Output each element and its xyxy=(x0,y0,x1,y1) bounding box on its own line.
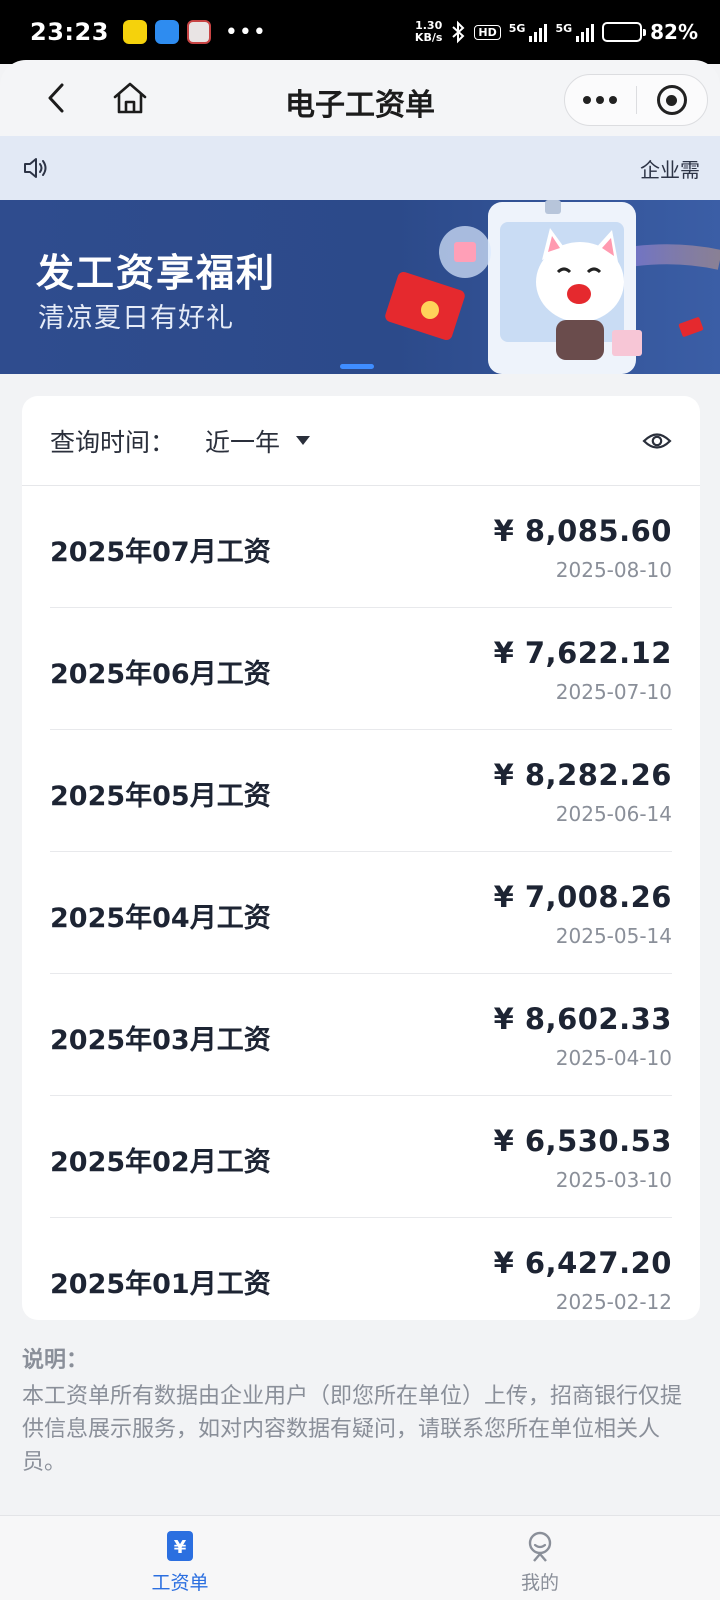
disclaimer-title: 说明： xyxy=(22,1348,89,1373)
target-icon xyxy=(656,85,687,115)
network-speed: 1.30 KB/s xyxy=(415,20,442,44)
query-filter: 查询时间： 近一年 xyxy=(22,396,700,486)
signal-strength-icon: 5G xyxy=(509,22,548,42)
salary-amount: ¥ 8,602.33 xyxy=(493,1002,672,1036)
banner-title: 发工资享福利 xyxy=(36,251,277,295)
notice-bar[interactable]: 企业需 xyxy=(0,136,720,200)
hd-badge: HD xyxy=(474,24,501,40)
carousel-indicator xyxy=(340,364,374,369)
salary-month: 2025年05月工资 xyxy=(50,781,271,812)
salary-month: 2025年04月工资 xyxy=(50,903,271,934)
salary-month: 2025年01月工资 xyxy=(50,1269,271,1300)
salary-row[interactable]: 2025年01月工资 ¥ 6,427.20 2025-02-12 xyxy=(50,1218,672,1320)
caret-down-icon[interactable] xyxy=(296,436,311,445)
home-button[interactable] xyxy=(108,76,152,120)
status-indicators: 1.30 KB/s HD 5G 5G 82% xyxy=(415,20,698,45)
home-icon xyxy=(113,82,147,114)
salary-date: 2025-03-10 xyxy=(555,1168,672,1192)
more-notifications-icon: ••• xyxy=(224,19,267,45)
signal-strength-icon: 5G xyxy=(555,22,595,42)
mini-program-capsule xyxy=(564,74,708,126)
payslip-icon: ¥ xyxy=(167,1531,193,1561)
salary-date: 2025-07-10 xyxy=(555,680,672,704)
salary-list: 2025年07月工资 ¥ 8,085.60 2025-08-10 2025年06… xyxy=(22,486,700,1320)
signal-label: 5G xyxy=(508,22,526,35)
salary-month: 2025年06月工资 xyxy=(50,659,271,690)
toggle-visibility-button[interactable] xyxy=(642,426,672,456)
salary-amount: ¥ 6,427.20 xyxy=(493,1246,672,1280)
banner-illustration xyxy=(385,200,720,374)
more-options-button[interactable] xyxy=(565,74,636,126)
app-notification-icon xyxy=(154,20,179,44)
salary-date: 2025-05-14 xyxy=(555,924,672,948)
period-selector[interactable]: 近一年 xyxy=(205,423,280,459)
filter-label: 查询时间： xyxy=(50,427,176,457)
battery-icon xyxy=(602,22,647,42)
back-button[interactable] xyxy=(36,78,76,118)
salary-amount: ¥ 8,085.60 xyxy=(493,514,672,548)
salary-card: 查询时间： 近一年 2025年07月工资 ¥ 8,085.60 2025-08-… xyxy=(22,396,700,1320)
salary-amount: ¥ 8,282.26 xyxy=(493,758,672,792)
signal-label: 5G xyxy=(555,22,573,35)
eye-icon xyxy=(642,432,672,449)
speaker-icon xyxy=(24,158,47,178)
salary-date: 2025-02-12 xyxy=(555,1290,672,1314)
salary-amount: ¥ 6,530.53 xyxy=(493,1124,672,1158)
more-dots-icon xyxy=(583,96,618,104)
salary-row[interactable]: 2025年06月工资 ¥ 7,622.12 2025-07-10 xyxy=(50,608,672,730)
battery-percent: 82% xyxy=(650,20,698,44)
network-speed-unit: KB/s xyxy=(414,31,443,44)
salary-row[interactable]: 2025年05月工资 ¥ 8,282.26 2025-06-14 xyxy=(50,730,672,852)
status-time: 23:23 xyxy=(30,18,109,46)
salary-row[interactable]: 2025年03月工资 ¥ 8,602.33 2025-04-10 xyxy=(50,974,672,1096)
salary-date: 2025-06-14 xyxy=(555,802,672,826)
promo-banner[interactable]: 发工资享福利 清凉夏日有好礼 xyxy=(0,200,720,374)
tab-payslip[interactable]: ¥ 工资单 xyxy=(0,1516,360,1600)
app-header: 电子工资单 xyxy=(0,60,720,136)
salary-month: 2025年03月工资 xyxy=(50,1025,271,1056)
app-notification-icon xyxy=(122,20,147,44)
app-notification-icon xyxy=(186,20,211,44)
bottom-tab-bar: ¥ 工资单 我的 xyxy=(0,1515,720,1600)
bluetooth-icon xyxy=(452,20,465,44)
salary-row[interactable]: 2025年07月工资 ¥ 8,085.60 2025-08-10 xyxy=(50,486,672,608)
notice-text: 企业需 xyxy=(640,157,700,182)
salary-row[interactable]: 2025年04月工资 ¥ 7,008.26 2025-05-14 xyxy=(50,852,672,974)
salary-amount: ¥ 7,008.26 xyxy=(493,880,672,914)
notification-icons: ••• xyxy=(122,19,267,45)
user-icon xyxy=(528,1531,552,1562)
salary-date: 2025-08-10 xyxy=(555,558,672,582)
salary-row[interactable]: 2025年02月工资 ¥ 6,530.53 2025-03-10 xyxy=(50,1096,672,1218)
salary-month: 2025年07月工资 xyxy=(50,537,271,568)
salary-date: 2025-04-10 xyxy=(555,1046,672,1070)
disclaimer-text: 本工资单所有数据由企业用户（即您所在单位）上传，招商银行仅提供信息展示服务，如对… xyxy=(22,1384,683,1475)
salary-month: 2025年02月工资 xyxy=(50,1147,271,1178)
salary-amount: ¥ 7,622.12 xyxy=(493,636,672,670)
tab-label: 工资单 xyxy=(151,1572,209,1594)
chevron-left-icon xyxy=(48,83,64,113)
tab-mine[interactable]: 我的 xyxy=(360,1516,720,1600)
close-mini-program-button[interactable] xyxy=(637,74,708,126)
banner-subtitle: 清凉夏日有好礼 xyxy=(38,303,234,334)
tab-label: 我的 xyxy=(520,1572,559,1594)
status-bar: 23:23 ••• 1.30 KB/s HD 5G 5G 82% xyxy=(0,0,720,64)
disclaimer: 说明： 本工资单所有数据由企业用户（即您所在单位）上传，招商银行仅提供信息展示服… xyxy=(22,1342,702,1479)
svg-text:¥: ¥ xyxy=(174,1537,187,1558)
